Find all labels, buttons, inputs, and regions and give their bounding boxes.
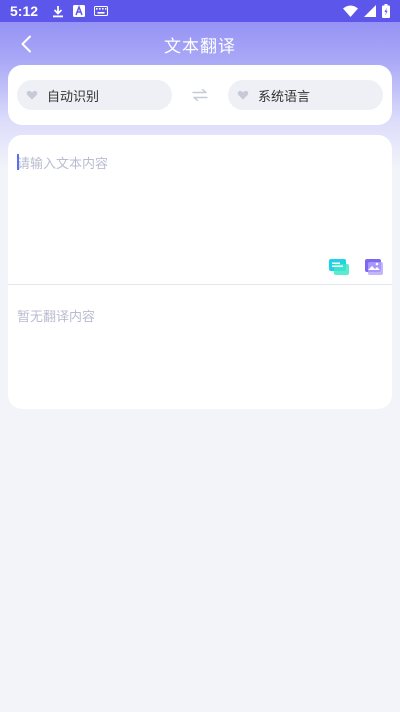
translate-screen: 5:12 文本翻译 自动识别 系统语言 请输入文本内容 暂无翻译内容 bbox=[0, 0, 400, 712]
text-cursor bbox=[17, 154, 19, 170]
swap-arrows-icon bbox=[192, 89, 208, 101]
download-icon bbox=[52, 5, 64, 18]
result-area: 暂无翻译内容 bbox=[8, 285, 392, 409]
chevron-left-icon bbox=[21, 35, 31, 53]
status-bar: 5:12 bbox=[0, 0, 400, 22]
page-title: 文本翻译 bbox=[164, 36, 236, 57]
status-notification-icons bbox=[52, 5, 109, 18]
status-system-icons bbox=[343, 4, 390, 18]
input-area bbox=[8, 135, 392, 284]
battery-icon bbox=[382, 4, 390, 18]
heart-icon bbox=[237, 89, 249, 101]
swap-languages-button[interactable] bbox=[172, 80, 228, 110]
title-bar: 文本翻译 bbox=[0, 22, 400, 66]
source-language-selector[interactable]: 自动识别 bbox=[17, 80, 172, 110]
source-language-label: 自动识别 bbox=[47, 89, 100, 105]
font-a-icon bbox=[73, 5, 86, 17]
translation-card: 暂无翻译内容 bbox=[8, 135, 392, 409]
text-tool-button[interactable] bbox=[329, 258, 349, 276]
result-empty-text: 暂无翻译内容 bbox=[17, 310, 96, 325]
target-language-label: 系统语言 bbox=[258, 89, 311, 105]
heart-icon bbox=[26, 89, 38, 101]
target-language-selector[interactable]: 系统语言 bbox=[228, 80, 383, 110]
image-tool-button[interactable] bbox=[364, 258, 384, 276]
language-selector-card: 自动识别 系统语言 bbox=[8, 65, 392, 125]
keyboard-icon bbox=[94, 6, 109, 16]
signal-icon bbox=[364, 5, 376, 17]
image-icon bbox=[365, 259, 383, 275]
back-button[interactable] bbox=[12, 30, 40, 58]
status-time: 5:12 bbox=[10, 3, 39, 19]
text-card-icon bbox=[329, 259, 349, 275]
wifi-icon bbox=[343, 5, 358, 17]
text-input[interactable] bbox=[17, 153, 383, 253]
